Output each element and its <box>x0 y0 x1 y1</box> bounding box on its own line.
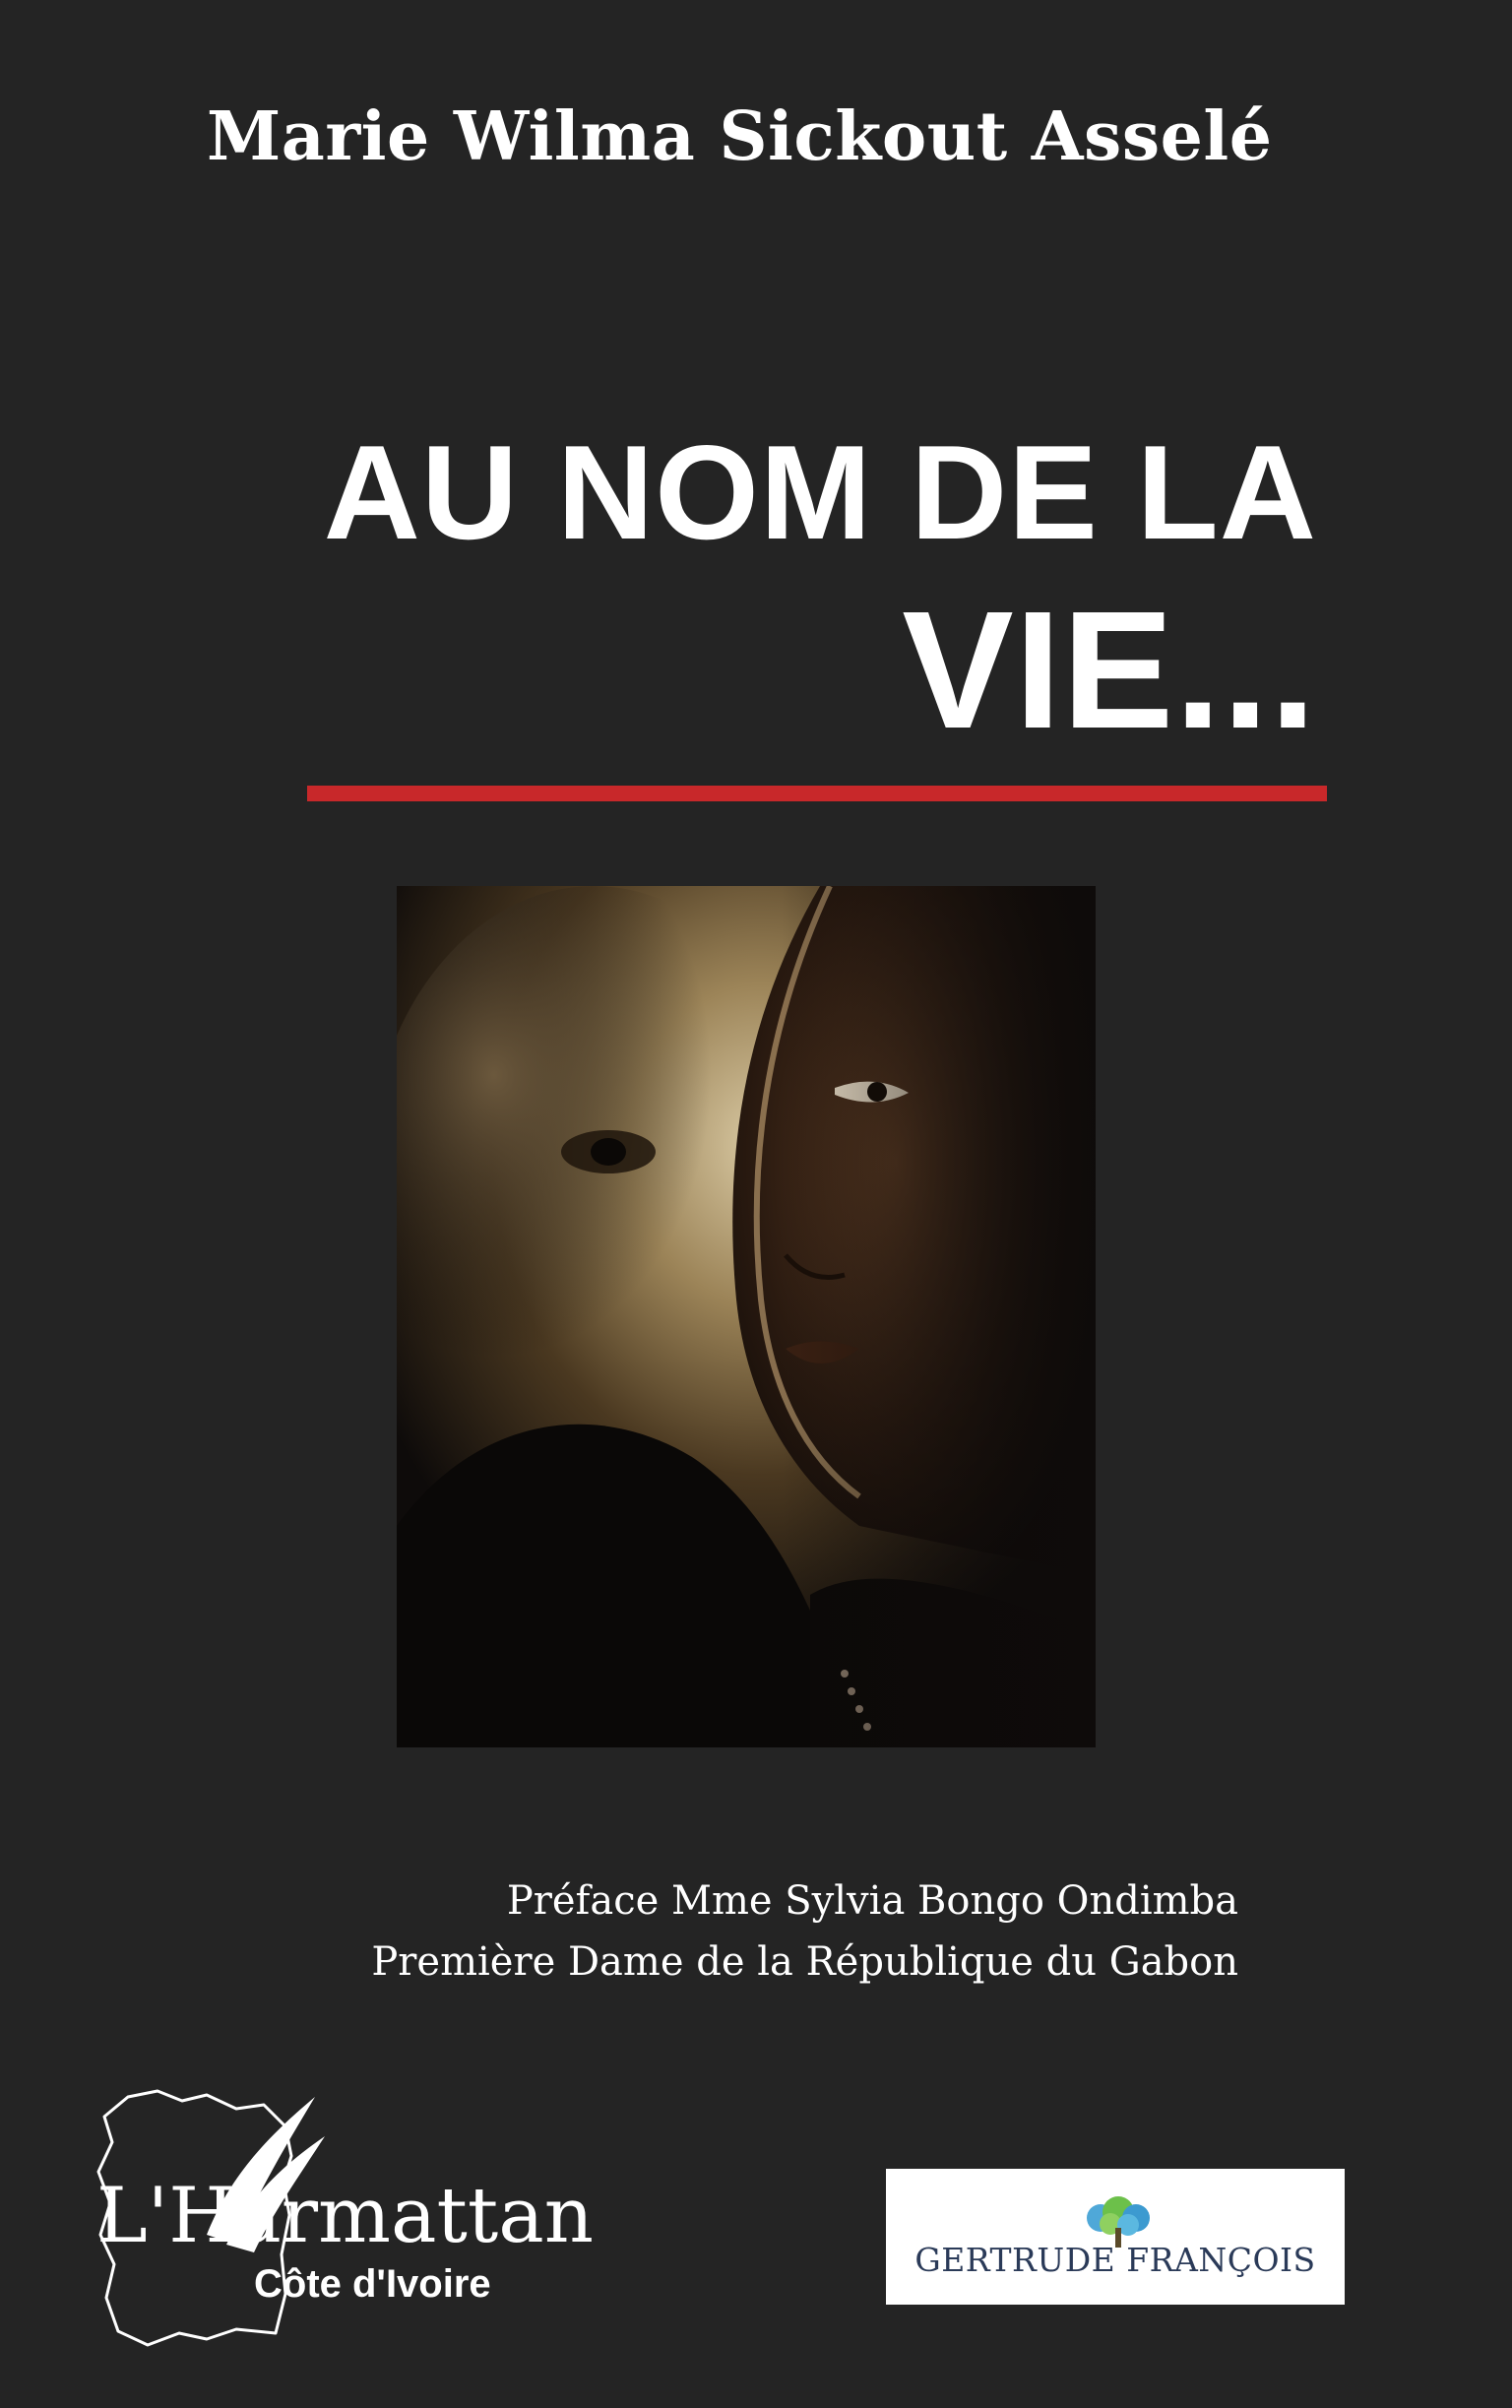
imprint-name: GERTRUDE FRANÇOIS <box>914 2241 1316 2279</box>
title-underline <box>307 786 1327 801</box>
preface-line-1: Préface Mme Sylvia Bongo Ondimba <box>506 1878 1238 1924</box>
preface-line-2: Première Dame de la République du Gabon <box>371 1939 1238 1985</box>
title-line-2: VIE... <box>902 577 1317 764</box>
publisher-subtitle: Côte d'Ivoire <box>254 2262 491 2306</box>
cover-photo <box>397 886 1096 1747</box>
imprint-logo: GERTRUDE FRANÇOIS <box>886 2169 1345 2305</box>
title-line-1: AU NOM DE LA <box>323 417 1317 567</box>
author-name: Marie Wilma Sickout Asselé <box>207 97 1273 176</box>
preface-credit: Préface Mme Sylvia Bongo Ondimba Premièr… <box>371 1870 1238 1993</box>
publisher-logo: L'Harmattan Côte d'Ivoire <box>89 2087 594 2353</box>
publisher-name: L'Harmattan <box>96 2172 594 2260</box>
book-cover: Marie Wilma Sickout Asselé AU NOM DE LA … <box>0 0 1512 2408</box>
portrait-illustration <box>397 886 1096 1747</box>
